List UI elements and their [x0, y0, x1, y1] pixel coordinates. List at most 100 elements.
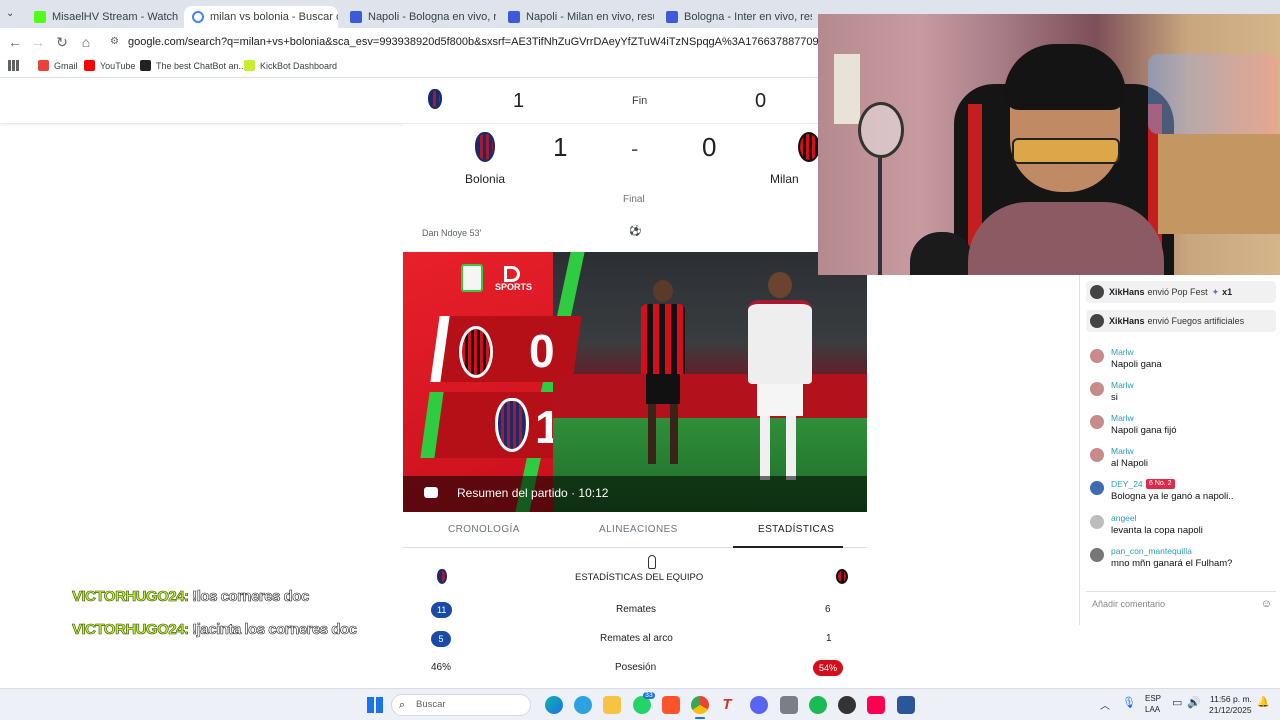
home-icon[interactable]: ⌂ [76, 32, 96, 52]
chat-username[interactable]: pan_con_mantequilla [1111, 546, 1192, 556]
search-placeholder: Buscar [416, 699, 446, 710]
youtube-play-icon[interactable] [424, 487, 438, 498]
home-stat-pill: 11 [431, 602, 453, 618]
home-team-name[interactable]: Bolonia [465, 172, 505, 186]
avatar [1090, 515, 1104, 529]
tab-list-chevron-icon[interactable]: ⌄ [6, 8, 14, 19]
overlay-text: !jacinta los corneres doc [192, 621, 357, 639]
chat-input[interactable]: Añadir comentario ☺ [1086, 591, 1276, 615]
bookmark-kickbot[interactable]: KickBot Dashboard [244, 60, 337, 71]
bologna-crest-icon[interactable] [475, 132, 495, 162]
bookmark-label: The best ChatBot an... [156, 60, 247, 71]
discord-icon[interactable] [750, 696, 768, 714]
gift-icon: ✦ [1211, 286, 1220, 297]
stat-label: Remates [616, 604, 657, 615]
apps-grid-icon[interactable] [8, 60, 19, 71]
score-separator: - [631, 136, 639, 161]
tiktok-icon[interactable] [867, 696, 885, 714]
milan-crest-icon [836, 569, 849, 584]
flashscore-icon [508, 11, 520, 23]
stat-row: 46% Posesión 54% [403, 660, 867, 682]
microphone-icon[interactable]: 🎙 [1122, 696, 1136, 709]
stadium-banner [553, 374, 867, 418]
chrome-icon[interactable] [691, 696, 709, 714]
overlay-chat-line: VICTORHUGO24: !los corneres doc [72, 588, 310, 606]
stat-row: 5 Remates al arco 1 [403, 631, 867, 653]
chat-username[interactable]: Marlw [1111, 347, 1134, 357]
gift-alert: XikHans envió Pop Fest ✦ x1 [1086, 281, 1276, 303]
overlay-user: VICTORHUGO24: [72, 621, 190, 639]
away-team-name[interactable]: Milan [770, 172, 799, 186]
chat-username[interactable]: Marlw [1111, 380, 1134, 390]
chat-text: Napoli gana [1111, 359, 1162, 370]
file-explorer-icon[interactable] [603, 696, 621, 714]
bookmark-chatbot[interactable]: The best ChatBot an... [140, 60, 246, 71]
highlights-video[interactable]: SPORTS 0 1 Resumen del partido · 10:12 [403, 252, 867, 512]
edge-icon[interactable] [545, 696, 563, 714]
back-icon[interactable]: ← [5, 32, 25, 52]
chat-username[interactable]: DEY_24 [1111, 479, 1143, 489]
chat-text: Bologna ya le ganó a napoli.. [1111, 491, 1234, 502]
clock-date[interactable]: 21/12/2025 [1209, 705, 1252, 715]
tab-kick-stream[interactable]: MisaelHV Stream - Watch Live ✕ [26, 6, 182, 28]
language-indicator-2[interactable]: LAA [1145, 705, 1160, 714]
tab-google-search[interactable]: milan vs bolonia - Buscar con G ✕ [184, 6, 338, 28]
clock-time[interactable]: 11:56 p. m. [1210, 694, 1252, 704]
badge-text: No. 2 [1154, 480, 1172, 487]
chat-text: mno mñn ganará el Fulham? [1111, 558, 1233, 569]
typora-icon[interactable]: T [718, 696, 736, 714]
obs-icon[interactable] [838, 696, 856, 714]
reload-icon[interactable]: ↻ [52, 32, 72, 52]
match-status: Final [623, 194, 645, 205]
milan-player [639, 280, 687, 480]
tab-napoli-milan[interactable]: Napoli - Milan en vivo, resultad ✕ [500, 6, 654, 28]
avatar [1090, 382, 1104, 396]
chat-username[interactable]: Marlw [1111, 446, 1134, 456]
sticky-away-score: 0 [755, 90, 767, 112]
telegram-icon[interactable] [574, 696, 592, 714]
calculator-icon[interactable] [780, 696, 798, 714]
windows-taskbar: ⌕ Buscar 33 T ︿ 🎙 ESP LAA ▭ 🔊 11:56 p. m… [0, 688, 1280, 720]
tab-title: Bologna - Inter en vivo, resulta [684, 11, 812, 23]
emoji-icon[interactable]: ☺ [1261, 592, 1272, 616]
bookmark-youtube[interactable]: YouTube [84, 60, 135, 71]
bookmark-gmail[interactable]: Gmail [38, 60, 78, 71]
tab-cronologia[interactable]: CRONOLOGÍA [448, 524, 520, 535]
windows-start-icon[interactable] [367, 697, 383, 713]
avatar [1090, 481, 1104, 495]
google-icon [192, 11, 204, 23]
tray-chevron-icon[interactable]: ︿ [1100, 697, 1110, 712]
chatgpt-icon [140, 60, 151, 71]
forward-icon[interactable]: → [28, 32, 48, 52]
gift-text: envió Pop Fest [1147, 287, 1208, 297]
overlay-user: VICTORHUGO24: [72, 588, 190, 606]
spotify-icon[interactable] [809, 696, 827, 714]
whatsapp-badge: 33 [643, 692, 655, 699]
network-icon[interactable]: ▭ [1172, 696, 1182, 709]
tab-bologna-inter[interactable]: Bologna - Inter en vivo, resulta ✕ [658, 6, 812, 28]
volume-icon[interactable]: 🔊 [1187, 696, 1201, 709]
word-icon[interactable] [897, 696, 915, 714]
tab-estadisticas[interactable]: ESTADÍSTICAS [758, 524, 834, 535]
taskbar-search[interactable]: ⌕ Buscar [391, 694, 531, 716]
bed [1158, 134, 1280, 234]
notification-icon[interactable]: 🔔 [1257, 697, 1269, 708]
home-score: 1 [553, 132, 568, 162]
avatar [1090, 349, 1104, 363]
stream-chat: XikHans envió Pop Fest ✦ x1 XikHans envi… [1079, 275, 1280, 625]
chat-username[interactable]: Marlw [1111, 413, 1134, 423]
address-bar[interactable]: ⚙ google.com/search?q=milan+vs+bolonia&s… [108, 31, 818, 53]
tab-alineaciones[interactable]: ALINEACIONES [599, 524, 678, 535]
language-indicator[interactable]: ESP [1145, 694, 1161, 703]
gift-baskets [1148, 54, 1278, 134]
site-info-icon[interactable]: ⚙ [110, 31, 119, 53]
chat-username[interactable]: angeel [1111, 513, 1137, 523]
tab-napoli-bologna[interactable]: Napoli - Bologna en vivo, resul ✕ [342, 6, 496, 28]
gift-alert: XikHans envió Fuegos artificiales [1086, 310, 1276, 332]
video-title[interactable]: Resumen del partido · 10:12 [457, 486, 608, 500]
youtube-icon [84, 60, 95, 71]
chat-message: DEY_24 6 No. 2 Bologna ya le ganó a napo… [1090, 479, 1276, 509]
avatar [1090, 285, 1104, 299]
brave-icon[interactable] [662, 696, 680, 714]
dsports-d-icon [504, 266, 520, 282]
